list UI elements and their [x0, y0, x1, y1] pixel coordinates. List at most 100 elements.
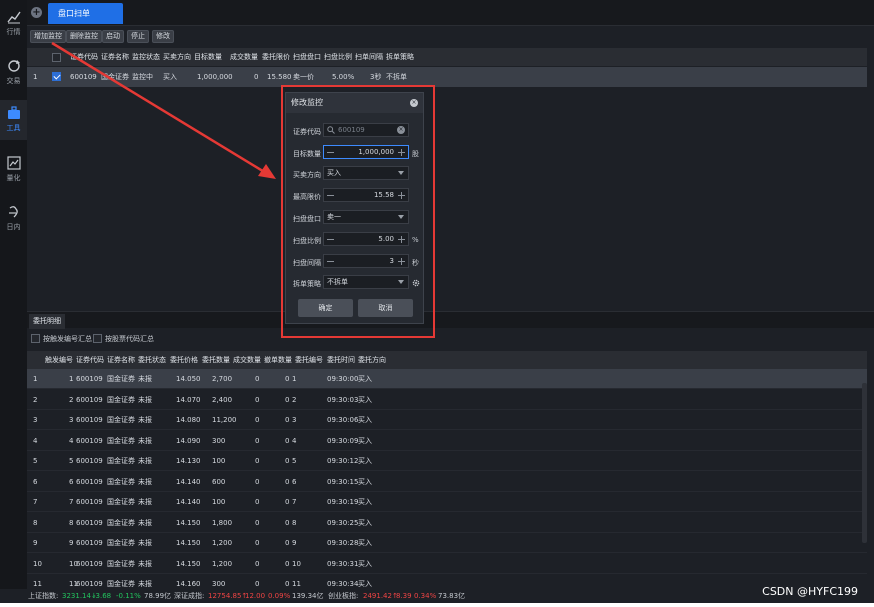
security-name: 国金证券 — [107, 518, 135, 527]
column-header[interactable]: 拆单策略 — [386, 48, 414, 66]
sidebar-item-label: 交易 — [6, 77, 21, 85]
sidebar-item-tools[interactable]: 工具 — [0, 100, 27, 140]
column-header[interactable]: 委托方向 — [358, 351, 386, 369]
chart-line-icon — [6, 10, 21, 24]
tab-strip: + 盘口扫单 — [27, 0, 874, 26]
row-index: 6 — [33, 477, 38, 486]
summary-by-trigger-label[interactable]: 按触发编号汇总 — [43, 330, 92, 348]
security-name: 国金证券 — [107, 457, 135, 465]
modify-button[interactable]: 修改 — [152, 30, 174, 43]
table-row[interactable]: 1 1 600109 国金证券 未报 14.050 2,700 0 0 1 09:30:00 买入 — [27, 369, 867, 389]
summary-by-code-checkbox[interactable] — [93, 334, 102, 343]
table-row[interactable]: 5 5 600109 国金证券 未报 14.130 100 0 0 5 09:30:12 买入 — [27, 451, 867, 471]
row-checkbox[interactable] — [52, 72, 61, 81]
table-row[interactable]: 9 9 600109 国金证券 未报 14.150 1,200 0 0 9 09:30:28 买入 — [27, 533, 867, 553]
column-header[interactable]: 委托时间 — [327, 351, 355, 369]
summary-by-code-label[interactable]: 按股票代码汇总 — [105, 330, 154, 348]
column-header[interactable]: 证券名称 — [107, 351, 135, 369]
order-no: 4 — [292, 436, 297, 445]
filled-qty: 0 — [255, 395, 260, 404]
row-index: 8 — [33, 518, 38, 527]
add-tab-icon[interactable]: + — [31, 7, 42, 18]
summary-by-trigger-checkbox[interactable] — [31, 334, 40, 343]
stop-button[interactable]: 停止 — [127, 30, 149, 43]
security-name: 国金证券 — [101, 73, 129, 81]
monitor-table-row[interactable]: 1 600109 国金证券 监控中 买入 1,000,000 0 15.580 … — [27, 67, 867, 87]
orders-scrollbar[interactable] — [862, 383, 867, 543]
sz-index-amount: 139.34亿 — [292, 592, 324, 600]
security-name: 国金证券 — [107, 436, 135, 445]
column-header[interactable]: 证券名称 — [101, 48, 129, 66]
bottom-tabbar: 委托明细 — [27, 311, 874, 329]
order-time: 09:30:25 — [327, 518, 359, 527]
trigger-no: 6 — [69, 477, 74, 486]
table-row[interactable]: 6 6 600109 国金证券 未报 14.140 600 0 0 6 09:30:15 买入 — [27, 472, 867, 492]
column-header[interactable]: 成交数量 — [230, 48, 258, 66]
order-status: 未报 — [138, 436, 152, 445]
tab-order-details[interactable]: 委托明细 — [29, 314, 65, 329]
sh-index-label: 上证指数: — [28, 592, 59, 600]
column-header[interactable]: 扫单间隔 — [355, 48, 383, 66]
cy-index-change: 8.39 — [396, 592, 412, 600]
row-index: 10 — [33, 559, 42, 568]
column-header[interactable]: 委托编号 — [295, 351, 323, 369]
sidebar-item-label: 日内 — [6, 223, 21, 231]
column-header[interactable]: 撤单数量 — [264, 351, 292, 369]
cy-index-amount: 73.83亿 — [438, 592, 466, 600]
security-name: 国金证券 — [107, 375, 135, 383]
order-qty: 2,400 — [212, 395, 233, 404]
sh-index-value: 3231.14↓ — [62, 592, 97, 600]
briefcase-icon — [7, 106, 21, 120]
row-index: 9 — [33, 539, 38, 547]
column-header[interactable]: 委托价格 — [170, 351, 198, 369]
security-code: 600109 — [76, 436, 103, 445]
table-row[interactable]: 4 4 600109 国金证券 未报 14.090 300 0 0 4 09:30:09 买入 — [27, 431, 867, 451]
filled-qty: 0 — [255, 498, 260, 506]
order-status: 未报 — [138, 375, 152, 383]
tab-order-sweep[interactable]: 盘口扫单 — [48, 3, 123, 24]
order-no: 1 — [292, 375, 297, 383]
column-header[interactable]: 监控状态 — [132, 48, 160, 66]
sz-index-change: 12.00 — [245, 592, 266, 600]
sidebar-item-quotes[interactable]: 行情 — [0, 4, 27, 44]
limit-price: 15.580 — [267, 73, 292, 81]
column-header[interactable]: 触发编号 — [45, 351, 73, 369]
order-qty: 2,700 — [212, 375, 233, 383]
cancel-qty: 0 — [285, 559, 290, 568]
order-side: 买入 — [358, 518, 372, 527]
intraday-icon — [7, 205, 21, 219]
add-monitor-button[interactable]: 增加监控 — [30, 30, 66, 43]
select-all-checkbox[interactable] — [52, 53, 61, 62]
sidebar-item-intraday[interactable]: 日内 — [0, 199, 27, 239]
column-header[interactable]: 证券代码 — [76, 351, 104, 369]
order-no: 3 — [292, 416, 297, 424]
order-no: 10 — [292, 559, 301, 568]
table-row[interactable]: 7 7 600109 国金证券 未报 14.140 100 0 0 7 09:30:19 买入 — [27, 492, 867, 512]
order-price: 14.150 — [176, 518, 201, 527]
security-code: 600109 — [76, 395, 103, 404]
column-header[interactable]: 买卖方向 — [163, 48, 191, 66]
start-button[interactable]: 启动 — [102, 30, 124, 43]
column-header[interactable]: 成交数量 — [233, 351, 261, 369]
column-header[interactable]: 扫盘比例 — [324, 48, 352, 66]
column-header[interactable]: 扫盘盘口 — [293, 48, 321, 66]
order-qty: 100 — [212, 498, 226, 506]
table-row[interactable]: 10 10 600109 国金证券 未报 14.150 1,200 0 0 10 09:30:31 买… — [27, 554, 867, 574]
column-header[interactable]: 委托限价 — [262, 48, 290, 66]
table-row[interactable]: 2 2 600109 国金证券 未报 14.070 2,400 0 0 2 09:30:03 买入 — [27, 390, 867, 410]
sidebar-item-trade[interactable]: 交易 — [0, 53, 27, 93]
cancel-qty: 0 — [285, 395, 290, 404]
sh-index-pct: -0.11% — [116, 592, 141, 600]
sidebar-item-quant[interactable]: 量化 — [0, 150, 27, 190]
table-row[interactable]: 3 3 600109 国金证券 未报 14.080 11,200 0 0 3 09:30:06 买入 — [27, 410, 867, 430]
order-status: 未报 — [138, 395, 152, 404]
table-row[interactable]: 8 8 600109 国金证券 未报 14.150 1,800 0 0 8 09:30:25 买入 — [27, 513, 867, 533]
row-index: 7 — [33, 498, 38, 506]
column-header[interactable]: 证券代码 — [70, 48, 98, 66]
row-index: 5 — [33, 457, 38, 465]
order-status: 未报 — [138, 477, 152, 486]
column-header[interactable]: 委托数量 — [202, 351, 230, 369]
column-header[interactable]: 目标数量 — [194, 48, 222, 66]
column-header[interactable]: 委托状态 — [138, 351, 166, 369]
delete-monitor-button[interactable]: 删除监控 — [66, 30, 102, 43]
